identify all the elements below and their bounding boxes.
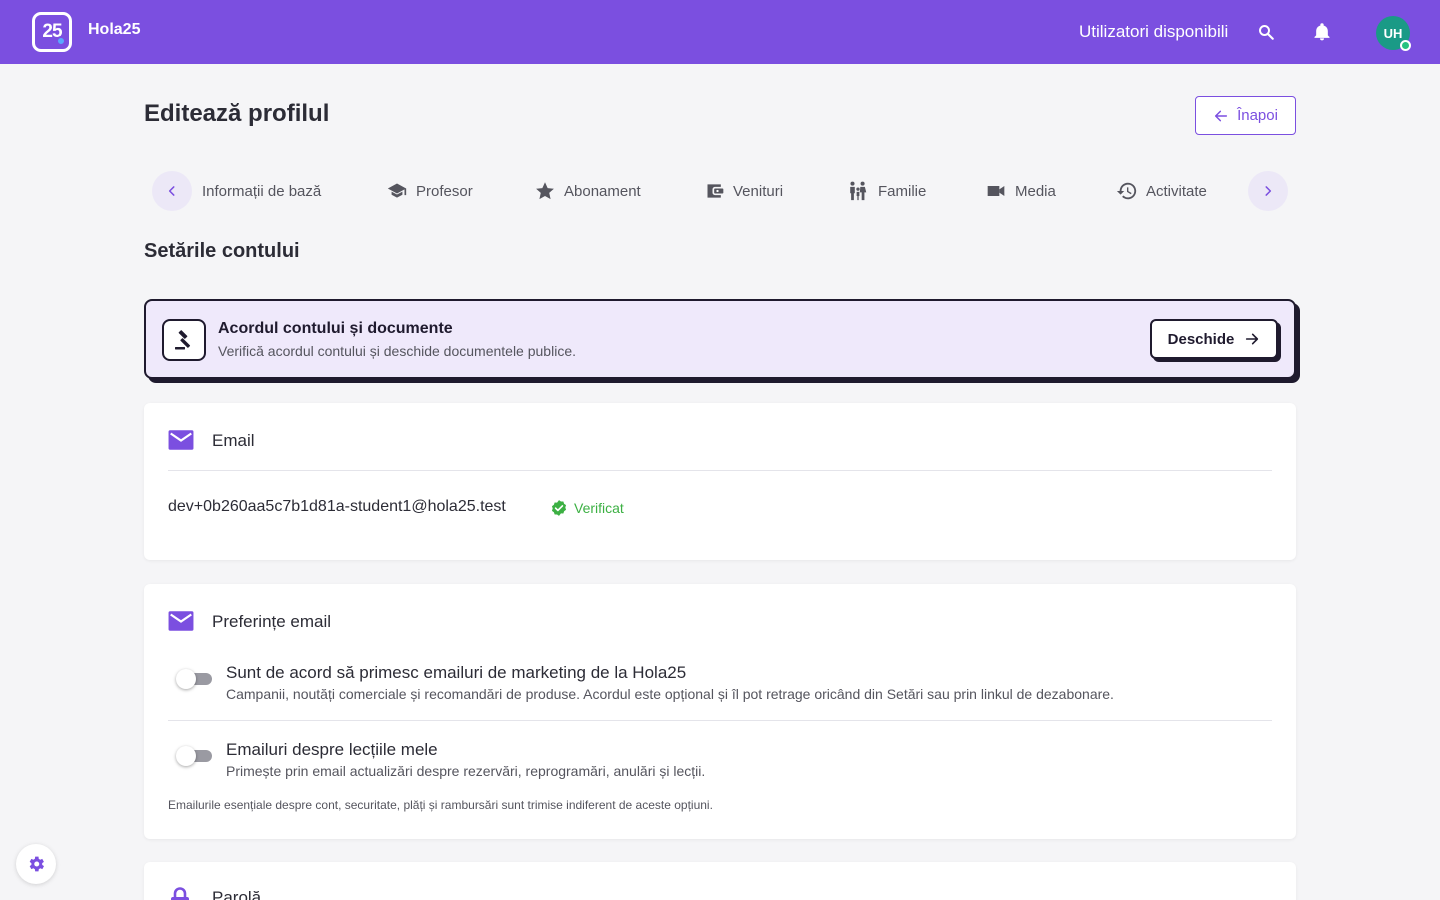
gavel-icon	[162, 319, 206, 361]
tab-basic-info[interactable]: Informații de bază	[202, 179, 321, 203]
page-title: Editează profilul	[144, 100, 330, 127]
email-envelope-icon	[168, 611, 194, 631]
email-card-title: Email	[212, 431, 255, 450]
user-avatar[interactable]: UH	[1376, 16, 1411, 51]
search-icon[interactable]	[1254, 20, 1278, 44]
back-button-label: Înapoi	[1237, 107, 1278, 124]
app-name[interactable]: Hola25	[88, 21, 140, 39]
marketing-emails-description: Campanii, noutăți comerciale și recomand…	[226, 686, 1114, 702]
verified-check-icon	[551, 500, 567, 516]
open-button-label: Deschide	[1167, 330, 1235, 348]
verified-badge: Verificat	[550, 499, 624, 517]
tab-media[interactable]: Media	[985, 179, 1056, 203]
password-card: Parolă	[144, 862, 1296, 900]
toggle-knob	[176, 669, 196, 689]
email-envelope-icon	[168, 430, 194, 450]
top-app-bar: 25 Hola25 Utilizatori disponibili UH	[0, 0, 1440, 64]
tab-income[interactable]: Venituri	[705, 179, 783, 203]
tab-activity-label: Activitate	[1146, 182, 1207, 200]
tab-teacher[interactable]: Profesor	[386, 179, 473, 203]
verified-label: Verificat	[574, 500, 624, 516]
app-logo[interactable]: 25	[32, 12, 72, 52]
marketing-emails-title: Sunt de acord să primesc emailuri de mar…	[226, 663, 687, 682]
tab-teacher-label: Profesor	[416, 182, 473, 200]
arrow-right-icon	[1246, 333, 1259, 345]
history-icon	[1116, 182, 1137, 200]
tab-income-label: Venituri	[733, 182, 784, 200]
family-icon	[850, 181, 867, 201]
video-camera-icon	[987, 186, 1005, 196]
lesson-emails-title: Emailuri despre lecțiile mele	[226, 740, 438, 759]
preferences-divider	[168, 720, 1272, 721]
agreement-subtitle: Verifică acordul contului și deschide do…	[218, 343, 576, 359]
settings-fab-button[interactable]	[16, 844, 56, 884]
email-address: dev+0b260aa5c7b1d81a-student1@hola25.tes…	[168, 498, 506, 515]
essential-emails-note: Emailurile esențiale despre cont, securi…	[168, 798, 713, 812]
agreement-title: Acordul contului și documente	[218, 320, 453, 337]
open-documents-button[interactable]: Deschide	[1150, 319, 1278, 359]
tab-basic-info-label: Informații de bază	[202, 182, 322, 200]
star-icon	[536, 182, 554, 200]
section-title: Setările contului	[144, 240, 300, 262]
account-agreement-card: Acordul contului și documente Verifică a…	[144, 299, 1296, 379]
marketing-emails-toggle[interactable]	[176, 667, 214, 691]
tab-family[interactable]: Familie	[846, 179, 926, 203]
email-card: Email dev+0b260aa5c7b1d81a-student1@hola…	[144, 403, 1296, 560]
lesson-emails-description: Primește prin email actualizări despre r…	[226, 763, 706, 779]
back-button[interactable]: Înapoi	[1195, 96, 1296, 135]
tab-media-label: Media	[1015, 182, 1056, 200]
password-card-title: Parolă	[212, 888, 262, 900]
tab-family-label: Familie	[878, 182, 927, 200]
avatar-initials: UH	[1383, 25, 1403, 41]
toggle-knob	[176, 746, 196, 766]
tabs-scroll-right-button[interactable]	[1248, 171, 1288, 211]
email-preferences-card: Preferințe email Sunt de acord să primes…	[144, 584, 1296, 839]
chevron-right-icon	[1265, 186, 1272, 196]
gear-icon	[29, 856, 44, 872]
email-divider	[168, 470, 1272, 471]
notifications-bell-icon[interactable]	[1310, 20, 1334, 44]
available-users-link[interactable]: Utilizatori disponibili	[1079, 22, 1228, 42]
wallet-icon	[707, 184, 724, 198]
tab-activity[interactable]: Activitate	[1116, 179, 1207, 203]
tab-subscription-label: Abonament	[564, 182, 641, 200]
lesson-emails-toggle[interactable]	[176, 744, 214, 768]
arrow-left-icon	[1214, 110, 1228, 121]
graduation-cap-icon	[387, 183, 407, 198]
preferences-card-title: Preferințe email	[212, 612, 332, 631]
tabs-scroll-left-button[interactable]	[152, 171, 192, 211]
online-status-dot	[1400, 40, 1411, 51]
tab-subscription[interactable]: Abonament	[534, 179, 641, 203]
lock-icon	[171, 887, 189, 900]
logo-dot	[56, 36, 66, 46]
chevron-left-icon	[168, 186, 175, 196]
profile-tabs: Informații de bază Profesor Abonament Ve…	[144, 165, 1296, 217]
